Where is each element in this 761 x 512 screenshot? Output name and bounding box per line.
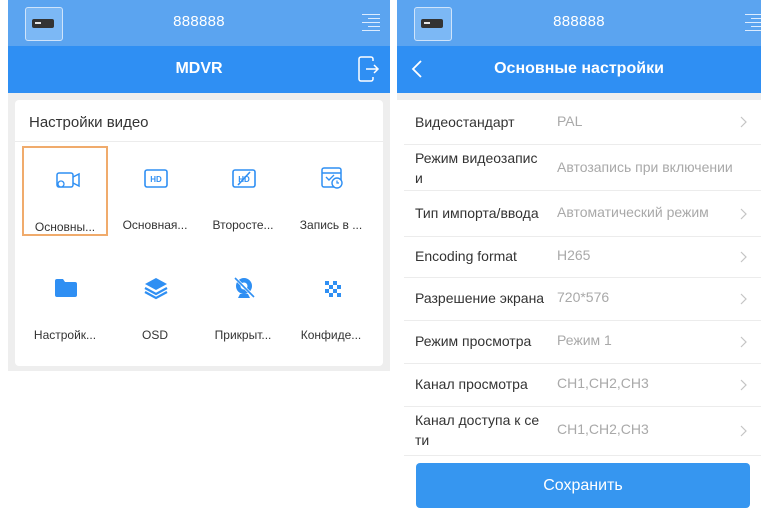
setting-row-input-type[interactable]: Тип импорта/ввода Автоматический режим — [404, 191, 761, 237]
setting-label: Канал просмотра — [415, 376, 528, 392]
setting-label-line: ти — [415, 432, 430, 448]
video-settings-card: Настройки видео Основны... HD Основная..… — [15, 100, 383, 366]
svg-text:HD: HD — [150, 175, 162, 184]
setting-label: Разрешение экрана — [415, 290, 545, 306]
setting-value: Режим 1 — [557, 332, 612, 348]
setting-value: Автоматический режим — [557, 204, 709, 220]
setting-value: CH1,CH2,CH3 — [557, 375, 649, 391]
tile-storage-settings[interactable]: Настройк... — [22, 256, 108, 346]
title-bar: MDVR — [8, 46, 390, 93]
tile-label: Конфиде... — [300, 328, 362, 342]
chevron-right-icon — [740, 208, 747, 220]
exit-icon[interactable] — [358, 56, 380, 82]
divider — [15, 141, 383, 142]
setting-label: Режим просмотра — [415, 333, 532, 349]
content-background — [397, 93, 761, 100]
tile-label: Запись в ... — [299, 218, 363, 232]
tile-label: Второсте... — [212, 218, 274, 232]
tile-basic-settings[interactable]: Основны... — [22, 146, 108, 236]
tile-label: Основны... — [34, 220, 96, 234]
setting-label-line: Канал доступа к се — [415, 412, 540, 428]
tile-confidential[interactable]: Конфиде... — [288, 256, 374, 346]
setting-row-preview-mode[interactable]: Режим просмотра Режим 1 — [404, 321, 761, 364]
hd-off-icon: HD — [232, 169, 256, 188]
setting-row-record-mode[interactable]: Режим видеозапис и Автозапись при включе… — [404, 145, 761, 191]
chevron-right-icon — [740, 425, 747, 437]
chevron-right-icon — [740, 251, 747, 263]
setting-row-encoding-format[interactable]: Encoding format H265 — [404, 237, 761, 278]
device-number: 888888 — [553, 13, 605, 30]
setting-label: Encoding format — [415, 248, 517, 264]
menu-list-icon[interactable] — [745, 12, 761, 32]
tile-sub-stream[interactable]: HD Второсте... — [200, 146, 286, 236]
chevron-right-icon — [740, 379, 747, 391]
save-button[interactable]: Сохранить — [416, 463, 750, 508]
setting-value: Автозапись при включении — [557, 159, 733, 175]
setting-label: Видеостандарт — [415, 114, 515, 130]
setting-value: H265 — [557, 247, 591, 263]
page-title: Основные настройки — [494, 60, 664, 77]
camera-blocked-icon — [233, 276, 256, 299]
tile-label: Прикрыт... — [214, 328, 272, 342]
basic-settings-screen: 888888 Основные настройки Видеостандарт … — [397, 0, 761, 512]
section-title: Настройки видео — [29, 114, 149, 131]
menu-list-icon[interactable] — [362, 12, 380, 32]
tile-label: OSD — [141, 328, 168, 342]
mosaic-icon — [325, 281, 341, 297]
setting-label: Тип импорта/ввода — [415, 205, 539, 221]
tile-label: Основная... — [122, 218, 188, 232]
setting-value: CH1,CH2,CH3 — [557, 421, 649, 437]
mdvr-home-screen: 888888 MDVR Настройки видео Основны... H… — [8, 0, 390, 512]
chevron-right-icon — [740, 336, 747, 348]
tile-osd[interactable]: OSD — [112, 256, 198, 346]
setting-row-preview-channel[interactable]: Канал просмотра CH1,CH2,CH3 — [404, 364, 761, 407]
status-bar: 888888 — [397, 0, 761, 46]
setting-value: PAL — [557, 113, 583, 129]
folder-icon — [55, 279, 77, 297]
setting-row-resolution[interactable]: Разрешение экрана 720*576 — [404, 278, 761, 321]
tile-schedule-record[interactable]: Запись в ... — [288, 146, 374, 236]
hd-icon: HD — [144, 169, 168, 188]
status-bar: 888888 — [8, 0, 390, 46]
device-number: 888888 — [173, 13, 225, 30]
schedule-record-icon — [321, 167, 343, 189]
chevron-right-icon — [740, 116, 747, 128]
chevron-right-icon — [740, 293, 747, 305]
tile-main-stream[interactable]: HD Основная... — [112, 146, 198, 236]
layers-icon — [144, 278, 168, 300]
camera-settings-icon — [56, 172, 80, 188]
tile-label: Настройк... — [33, 328, 97, 342]
setting-label: Режим видеозапис и — [415, 148, 538, 188]
setting-label: Канал доступа к се ти — [415, 410, 539, 450]
setting-row-network-channel[interactable]: Канал доступа к се ти CH1,CH2,CH3 — [404, 407, 761, 456]
setting-value: 720*576 — [557, 289, 610, 305]
page-title: MDVR — [175, 60, 223, 77]
setting-label-line: и — [415, 170, 423, 186]
setting-label-line: Режим видеозапис — [415, 150, 538, 166]
setting-row-video-standard[interactable]: Видеостандарт PAL — [404, 100, 761, 145]
title-bar: Основные настройки — [397, 46, 761, 93]
tile-privacy-mask[interactable]: Прикрыт... — [200, 256, 286, 346]
